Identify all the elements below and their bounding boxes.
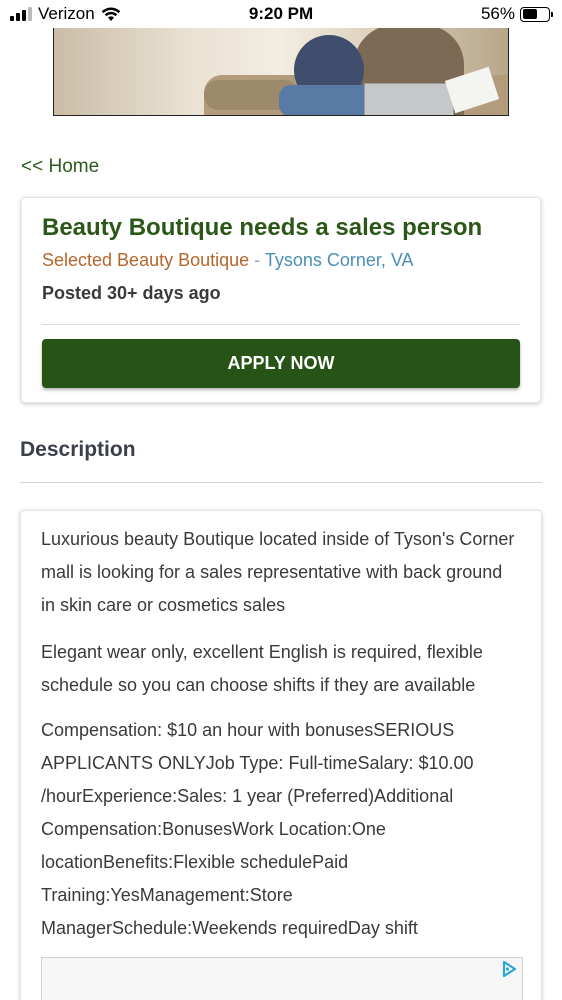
description-paragraph: Luxurious beauty Boutique located inside… (41, 529, 515, 615)
apply-now-button[interactable]: APPLY NOW (42, 339, 520, 388)
description-divider (20, 482, 542, 483)
job-summary-card: Beauty Boutique needs a sales person Sel… (21, 197, 541, 403)
hero-photo (53, 24, 509, 116)
hero-jeans (279, 85, 374, 115)
description-heading: Description (20, 438, 136, 461)
battery-area: 56% (480, 4, 553, 24)
description-card: Luxurious beauty Boutique located inside… (20, 510, 542, 1000)
description-paragraph: Compensation: $10 an hour with bonusesSE… (41, 720, 474, 938)
posted-date: Posted 30+ days ago (42, 283, 221, 303)
clock: 9:20 PM (248, 4, 314, 23)
status-bar: Verizon 9:20 PM 56% (0, 0, 562, 28)
home-link[interactable]: << Home (21, 156, 99, 178)
battery-icon (520, 6, 553, 22)
advertisement[interactable] (41, 957, 523, 1000)
battery-percent: 56% (480, 4, 515, 23)
battery-fill (522, 9, 537, 19)
card-divider (42, 324, 520, 325)
job-title: Beauty Boutique needs a sales person (42, 214, 483, 241)
company-location-line: Selected Beauty Boutique - Tysons Corner… (42, 250, 414, 271)
company-name[interactable]: Selected Beauty Boutique (42, 250, 249, 270)
adchoices-icon[interactable] (500, 960, 518, 978)
hero-laptop (364, 83, 454, 115)
job-location[interactable]: Tysons Corner, VA (265, 250, 414, 270)
company-location-separator: - (249, 250, 265, 270)
description-paragraph: Elegant wear only, excellent English is … (41, 642, 483, 695)
